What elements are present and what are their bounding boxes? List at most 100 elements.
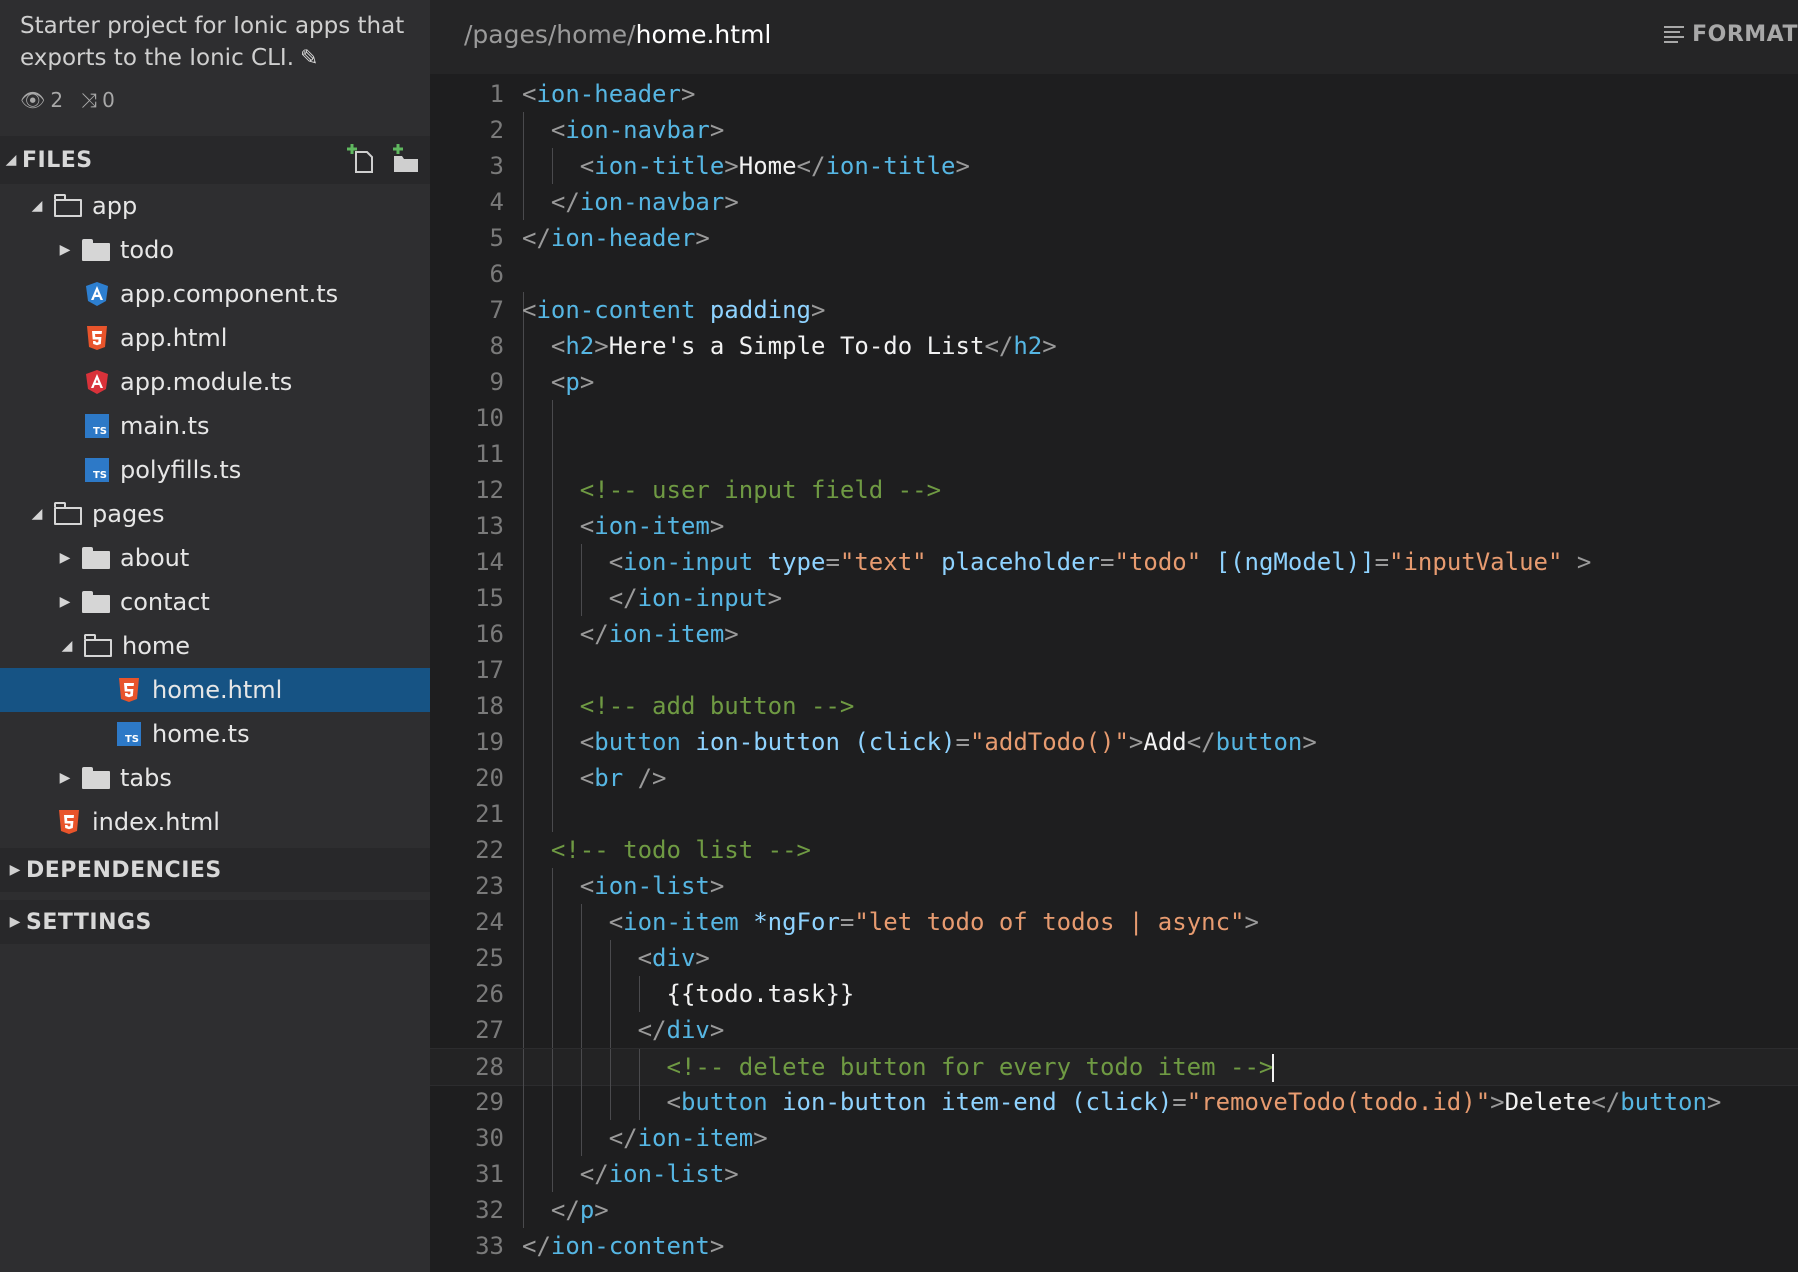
- code-line[interactable]: 15 </ion-input>: [430, 580, 1798, 616]
- watchers-count: 2: [50, 88, 64, 112]
- line-number: 19: [475, 728, 504, 756]
- code-line[interactable]: 4 </ion-navbar>: [430, 184, 1798, 220]
- dependencies-section-header[interactable]: ▶ DEPENDENCIES: [0, 848, 430, 892]
- sidebar: Starter project for Ionic apps that expo…: [0, 0, 430, 1272]
- tree-item-app-html[interactable]: app.html: [0, 316, 430, 360]
- tree-item-label: app.module.ts: [120, 368, 293, 396]
- line-number: 32: [475, 1196, 504, 1224]
- code-line[interactable]: 24 <ion-item *ngFor="let todo of todos |…: [430, 904, 1798, 940]
- code-text: <!-- todo list -->: [550, 836, 811, 864]
- files-actions: [346, 142, 420, 176]
- code-line[interactable]: 20 <br />: [430, 760, 1798, 796]
- code-line[interactable]: 3 <ion-title>Home</ion-title>: [430, 148, 1798, 184]
- code-line[interactable]: 30 </ion-item>: [430, 1120, 1798, 1156]
- new-folder-icon: [393, 144, 418, 172]
- line-number: 27: [475, 1016, 504, 1044]
- html5-icon: [56, 809, 82, 835]
- caret-right-icon: ▶: [9, 862, 21, 878]
- code-line[interactable]: 1 <ion-header>: [430, 76, 1798, 112]
- tree-item-label: about: [120, 544, 190, 572]
- format-button[interactable]: FORMAT: [1664, 22, 1798, 47]
- code-line[interactable]: 9 <p>: [430, 364, 1798, 400]
- tree-item-home-ts[interactable]: TS home.ts: [0, 712, 430, 756]
- files-section-header[interactable]: ◢ FILES: [0, 136, 430, 184]
- new-file-button[interactable]: [346, 142, 376, 176]
- tree-item-todo[interactable]: ▶ todo: [0, 228, 430, 272]
- line-number: 17: [475, 656, 504, 684]
- tree-item-about[interactable]: ▶ about: [0, 536, 430, 580]
- code-line[interactable]: 31 </ion-list>: [430, 1156, 1798, 1192]
- breadcrumb-path[interactable]: /pages/home/: [464, 20, 636, 49]
- code-text: </ion-header>: [522, 224, 710, 252]
- settings-section-header[interactable]: ▶ SETTINGS: [0, 900, 430, 944]
- tree-item-label: pages: [92, 500, 165, 528]
- code-line[interactable]: 27 </div>: [430, 1012, 1798, 1048]
- tree-item-contact[interactable]: ▶ contact: [0, 580, 430, 624]
- tree-item-label: app: [92, 192, 138, 220]
- caret-right-icon: ▶: [59, 770, 71, 786]
- line-number: 26: [475, 980, 504, 1008]
- code-line[interactable]: 5 </ion-header>: [430, 220, 1798, 256]
- tree-item-home-html[interactable]: home.html: [0, 668, 430, 712]
- tree-item-polyfills-ts[interactable]: TS polyfills.ts: [0, 448, 430, 492]
- tree-item-index-html[interactable]: index.html: [0, 800, 430, 844]
- code-text: </ion-navbar>: [550, 188, 739, 216]
- html5-icon: [116, 677, 142, 703]
- indent-guide: [523, 436, 524, 472]
- breadcrumb-current-file: home.html: [635, 20, 772, 49]
- code-text: <button ion-button item-end (click)="rem…: [666, 1088, 1722, 1116]
- pencil-icon[interactable]: ✎: [300, 43, 318, 75]
- tree-item-label: contact: [120, 588, 210, 616]
- tree-item-home[interactable]: ◢ home: [0, 624, 430, 668]
- tree-item-tabs[interactable]: ▶ tabs: [0, 756, 430, 800]
- code-line[interactable]: 7 <ion-content padding>: [430, 292, 1798, 328]
- code-line[interactable]: 28 <!-- delete button for every todo ite…: [430, 1048, 1798, 1086]
- code-line[interactable]: 18 <!-- add button -->: [430, 688, 1798, 724]
- indent-guide: [523, 652, 524, 688]
- code-line[interactable]: 11: [430, 436, 1798, 472]
- forks-stat: ⤨ 0: [81, 88, 115, 112]
- line-number: 29: [475, 1088, 504, 1116]
- code-line[interactable]: 8 <h2>Here's a Simple To-do List</h2>: [430, 328, 1798, 364]
- code-line[interactable]: 26 {{todo.task}}: [430, 976, 1798, 1012]
- line-number: 20: [475, 764, 504, 792]
- code-text: </ion-content>: [522, 1232, 725, 1260]
- code-line[interactable]: 6: [430, 256, 1798, 292]
- new-folder-button[interactable]: [390, 142, 420, 176]
- code-line[interactable]: 10: [430, 400, 1798, 436]
- code-line[interactable]: 22 <!-- todo list -->: [430, 832, 1798, 868]
- code-line[interactable]: 32 </p>: [430, 1192, 1798, 1228]
- code-line[interactable]: 14 <ion-input type="text" placeholder="t…: [430, 544, 1798, 580]
- tree-item-app[interactable]: ◢ app: [0, 184, 430, 228]
- dependencies-label: DEPENDENCIES: [26, 857, 222, 883]
- code-line[interactable]: 33 </ion-content>: [430, 1228, 1798, 1264]
- code-line[interactable]: 13 <ion-item>: [430, 508, 1798, 544]
- watchers-stat: 👁 2: [20, 88, 63, 112]
- code-line[interactable]: 25 <div>: [430, 940, 1798, 976]
- code-text: <br />: [579, 764, 667, 792]
- code-line[interactable]: 12 <!-- user input field -->: [430, 472, 1798, 508]
- code-line[interactable]: 17: [430, 652, 1798, 688]
- tree-item-main-ts[interactable]: TS main.ts: [0, 404, 430, 448]
- line-number: 22: [475, 836, 504, 864]
- line-number: 11: [475, 440, 504, 468]
- format-label: FORMAT: [1692, 22, 1798, 47]
- tree-item-app-component-ts[interactable]: app.component.ts: [0, 272, 430, 316]
- code-line[interactable]: 19 <button ion-button (click)="addTodo()…: [430, 724, 1798, 760]
- caret-down-icon: ◢: [5, 152, 17, 168]
- tree-item-pages[interactable]: ◢ pages: [0, 492, 430, 536]
- tree-item-app-module-ts[interactable]: app.module.ts: [0, 360, 430, 404]
- code-line[interactable]: 21: [430, 796, 1798, 832]
- line-number: 16: [475, 620, 504, 648]
- tree-item-label: home.html: [152, 676, 283, 704]
- code-text: <h2>Here's a Simple To-do List</h2>: [550, 332, 1057, 360]
- open-folder-icon: [54, 194, 82, 217]
- line-number: 25: [475, 944, 504, 972]
- code-line[interactable]: 16 </ion-item>: [430, 616, 1798, 652]
- code-line[interactable]: 23 <ion-list>: [430, 868, 1798, 904]
- code-line[interactable]: 2 <ion-navbar>: [430, 112, 1798, 148]
- angular-icon: [84, 369, 110, 395]
- code-line[interactable]: 29 <button ion-button item-end (click)="…: [430, 1084, 1798, 1120]
- tree-item-label: home.ts: [152, 720, 250, 748]
- line-number: 13: [475, 512, 504, 540]
